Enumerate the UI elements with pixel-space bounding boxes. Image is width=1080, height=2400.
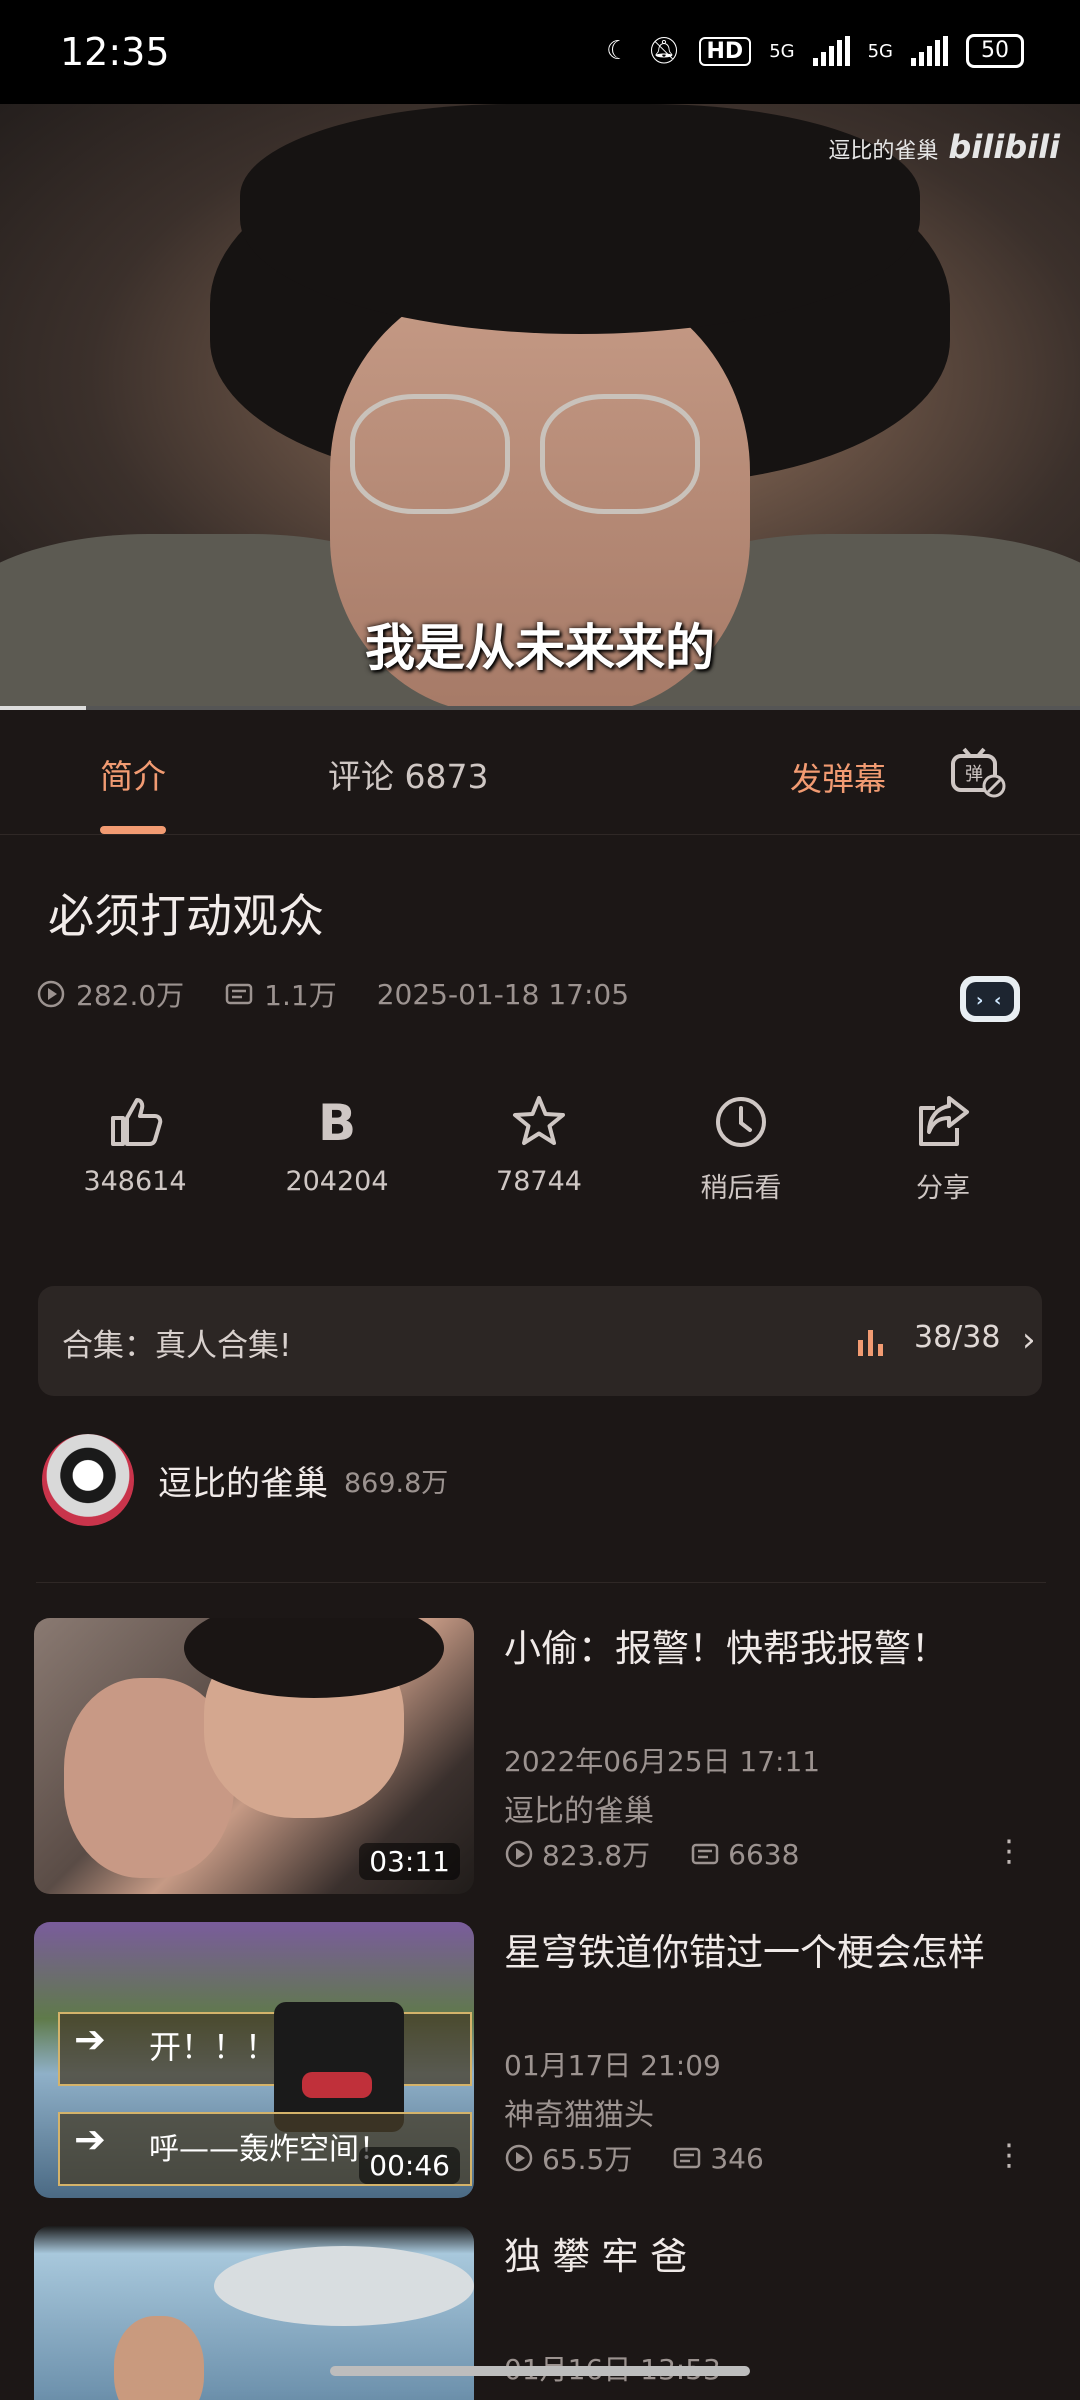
thumbs-up-icon <box>111 1098 163 1146</box>
status-bar: 12:35 ☾ 🔕︎ HD 5G 5G 50 <box>0 0 1080 104</box>
video-card-uploader: 逗比的雀巢 <box>504 1794 654 1829</box>
favorite-count: 78744 <box>496 1166 582 1197</box>
video-card-stats: 65.5万 346 <box>504 2138 764 2178</box>
action-row: 348614 B 204204 78744 稍后看 分享 <box>0 1092 1080 1205</box>
coin-icon: B <box>318 1094 356 1152</box>
danmaku-count-icon <box>674 2147 701 2169</box>
video-card-uploader: 神奇猫猫头 <box>504 2098 654 2133</box>
collection-label: 合集：真人合集! <box>62 1328 292 1364</box>
danmaku-count-icon <box>225 983 253 1005</box>
uploader-name[interactable]: 逗比的雀巢 <box>158 1456 328 1505</box>
like-button[interactable]: 348614 <box>34 1092 236 1205</box>
network-label-1: 5G <box>769 40 795 62</box>
status-icons: ☾ 🔕︎ HD 5G 5G 50 <box>606 34 1024 68</box>
recommended-video-card[interactable]: 03:11 小偷：报警！快帮我报警！ 2022年06月25日 17:11 逗比的… <box>34 1618 1074 1894</box>
share-label: 分享 <box>916 1173 970 1204</box>
battery-icon: 50 <box>966 34 1024 68</box>
video-card-views: 65.5万 <box>542 2143 633 2176</box>
coin-count: 204204 <box>285 1166 389 1197</box>
tab-intro[interactable]: 简介 <box>100 750 166 834</box>
home-indicator[interactable] <box>330 2366 750 2376</box>
video-watermark: 逗比的雀巢 bilibili <box>828 128 1060 166</box>
danmaku-count-icon <box>691 1843 719 1865</box>
status-time: 12:35 <box>60 30 170 74</box>
collection-bar[interactable]: 合集：真人合集! 38/38 › <box>38 1286 1042 1396</box>
video-card-date: 01月17日 21:09 <box>504 2049 721 2082</box>
video-card-views: 823.8万 <box>542 1839 651 1872</box>
watch-later-label: 稍后看 <box>700 1173 782 1204</box>
share-button[interactable]: 分享 <box>842 1092 1044 1205</box>
danmaku-count: 1.1万 <box>264 979 337 1012</box>
thumbnail-overlay-arrow-icon: ➔ <box>74 2017 106 2061</box>
video-duration: 03:11 <box>359 1843 460 1880</box>
more-options-icon[interactable]: ⋮ <box>994 2138 1024 2173</box>
video-card-title: 独 攀 牢 爸 <box>504 2235 688 2278</box>
play-count-icon <box>37 980 65 1008</box>
video-duration: 00:46 <box>359 2147 460 2184</box>
hd-badge: HD <box>698 36 752 66</box>
like-count: 348614 <box>83 1166 187 1197</box>
video-card-date: 2022年06月25日 17:11 <box>504 1745 821 1778</box>
play-count-icon <box>505 1840 533 1868</box>
chevron-right-icon: › <box>1022 1320 1036 1360</box>
video-subtitle: 我是从未来来的 <box>365 619 715 677</box>
video-thumbnail[interactable]: 03:11 <box>34 1618 474 1894</box>
thumbnail-overlay-arrow-icon: ➔ <box>74 2117 106 2161</box>
tab-comments[interactable]: 评论 6873 <box>328 750 488 798</box>
video-card-title: 小偷：报警！快帮我报警！ <box>504 1627 948 1670</box>
favorite-button[interactable]: 78744 <box>438 1092 640 1205</box>
svg-text:弹: 弹 <box>965 764 983 785</box>
uploader-fans: 869.8万 <box>344 1467 449 1499</box>
network-label-2: 5G <box>867 40 893 62</box>
share-icon <box>919 1096 969 1146</box>
video-thumbnail[interactable]: ➔ 开！！！ ➔ 呼——轰炸空间！ 00:46 <box>34 1922 474 2198</box>
svg-text:B: B <box>318 1094 356 1152</box>
play-count-icon <box>505 2144 533 2172</box>
video-frame-glasses-left <box>350 394 510 514</box>
publish-date: 2025-01-18 17:05 <box>376 977 630 1011</box>
thumbnail-overlay-text-2: 呼——轰炸空间！ <box>149 2132 389 2167</box>
tab-bar: 简介 评论 6873 发弹幕 弹 <box>0 710 1080 835</box>
star-icon <box>513 1096 565 1145</box>
ai-assistant-icon[interactable]: › ‹ <box>960 976 1020 1022</box>
bilibili-logo: bilibili <box>948 128 1060 166</box>
video-meta: 282.0万 1.1万 2025-01-18 17:05 <box>36 974 629 1014</box>
send-danmaku-button[interactable]: 发弹幕 <box>790 754 886 800</box>
uploader-row[interactable]: 逗比的雀巢 869.8万 <box>42 1434 448 1526</box>
video-card-danmaku: 6638 <box>728 1837 800 1871</box>
clock-icon <box>716 1097 766 1147</box>
divider <box>36 1582 1046 1583</box>
mute-icon: 🔕︎ <box>647 36 681 66</box>
video-card-danmaku: 346 <box>710 2141 764 2175</box>
playing-bars-icon <box>858 1330 883 1356</box>
video-player[interactable]: 逗比的雀巢 bilibili 我是从未来来的 <box>0 104 1080 710</box>
signal-icon-2 <box>911 36 948 66</box>
video-frame-glasses-right <box>540 394 700 514</box>
video-card-stats: 823.8万 6638 <box>504 1834 799 1874</box>
video-frame-fringe <box>240 104 920 334</box>
more-options-icon[interactable]: ⋮ <box>994 1834 1024 1869</box>
watch-later-button[interactable]: 稍后看 <box>640 1092 842 1205</box>
collection-count: 38/38 <box>914 1320 1001 1355</box>
view-count: 282.0万 <box>76 979 185 1012</box>
thumbnail-overlay-text-1: 开！！！ <box>149 2028 278 2066</box>
avatar[interactable] <box>42 1434 134 1526</box>
coin-button[interactable]: B 204204 <box>236 1092 438 1205</box>
recommended-video-card[interactable]: ➔ 开！！！ ➔ 呼——轰炸空间！ 00:46 星穹铁道你错过一个梗会怎样 01… <box>34 1922 1074 2198</box>
signal-icon <box>812 36 850 66</box>
danmaku-toggle-icon[interactable]: 弹 <box>950 746 1006 798</box>
video-title: 必须打动观众 <box>48 889 324 943</box>
video-card-title: 星穹铁道你错过一个梗会怎样 <box>504 1931 985 1974</box>
watermark-user: 逗比的雀巢 <box>828 139 939 164</box>
moon-icon: ☾ <box>606 36 630 66</box>
